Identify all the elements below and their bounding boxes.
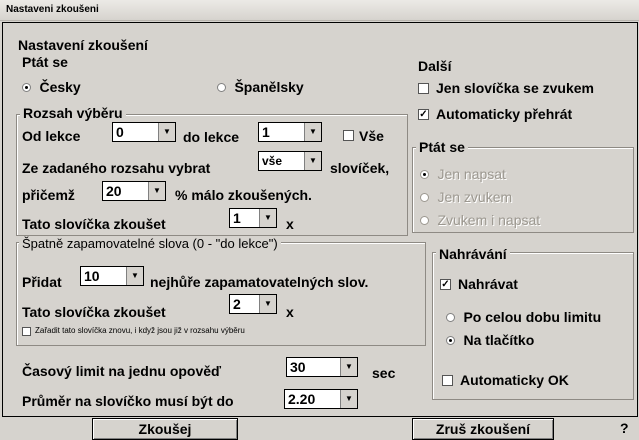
radio-jen-zvukem[interactable]: Jen zvukem — [420, 189, 512, 207]
limit-label: Časový limit na jednu opověď — [22, 363, 222, 379]
radio-jen-zvukem-indicator — [420, 193, 429, 203]
vse-checkbox-box — [343, 130, 354, 141]
nejhure-label: nejhůře zapamatovatelných slov. — [150, 274, 369, 290]
zvukem-label: Jen slovíčka se zvukem — [436, 80, 594, 96]
rozsah-x-label: x — [286, 216, 294, 232]
radio-po-celou-dobu[interactable]: Po celou dobu limitu — [446, 309, 601, 327]
nahravani-title: Nahrávání — [436, 246, 510, 262]
do-lekce-combo[interactable]: 1 ▼ — [258, 122, 322, 142]
limit-combo[interactable]: 30 ▼ — [286, 357, 358, 377]
pricemz-combo[interactable]: 20 ▼ — [102, 181, 166, 201]
prumer-label: Průměr na slovíčko musí být do — [22, 393, 234, 409]
radio-spanelsky-indicator — [217, 83, 226, 93]
dalsi-title: Další — [418, 58, 452, 74]
radio-jen-napsat[interactable]: Jen napsat — [420, 166, 506, 184]
auto-ok-label: Automaticky OK — [460, 372, 569, 388]
main-group-title: Nastavení zkoušení — [18, 37, 148, 53]
dropdown-arrow-icon[interactable]: ▼ — [148, 182, 165, 200]
rozsah-group-title: Rozsah výběru — [20, 105, 126, 121]
spatne-group-title: Špatně zapamovatelné slova (0 - "do lekc… — [19, 236, 281, 251]
zaradit-label: Zařadit tato slovíčka znovu, i když jsou… — [35, 326, 245, 335]
spatne-zkouset-combo[interactable]: 2 ▼ — [229, 294, 277, 314]
prumer-combo[interactable]: 2.20 ▼ — [284, 389, 358, 409]
vybrat-label: Ze zadaného rozsahu vybrat — [22, 160, 211, 176]
radio-jen-napsat-label: Jen napsat — [437, 166, 506, 182]
radio-jen-napsat-indicator — [420, 170, 429, 180]
dropdown-arrow-icon[interactable]: ▼ — [304, 152, 321, 170]
prehrat-label: Automaticky přehrát — [436, 106, 573, 122]
window-title: Nastaveni zkoušeni — [6, 4, 99, 15]
spatne-x-label: x — [286, 304, 294, 320]
radio-spanelsky-label: Španělsky — [234, 79, 304, 95]
radio-zvukem-napsat[interactable]: Zvukem i napsat — [420, 212, 540, 230]
vse-label: Vše — [359, 128, 384, 144]
radio-po-celou-dobu-label: Po celou dobu limitu — [463, 309, 602, 325]
zkousej-button[interactable]: Zkoušej — [92, 418, 238, 440]
malo-label: % málo zkoušených. — [175, 187, 312, 203]
radio-zvukem-napsat-indicator — [420, 216, 429, 226]
zaradit-checkbox-box — [22, 327, 31, 336]
prehrat-checkbox[interactable]: ✓ Automaticky přehrát — [418, 106, 632, 124]
radio-zvukem-napsat-label: Zvukem i napsat — [437, 212, 541, 228]
title-bar: Nastaveni zkoušeni — [0, 0, 639, 21]
limit-unit: sec — [372, 365, 396, 381]
spatne-zkouset-label: Tato slovíčka zkoušet — [22, 304, 166, 320]
zvukem-checkbox-box — [418, 83, 429, 94]
dropdown-arrow-icon[interactable]: ▼ — [340, 390, 357, 408]
checkmark-icon: ✓ — [418, 109, 429, 120]
od-lekce-label: Od lekce — [22, 128, 81, 144]
radio-na-tlacitko[interactable]: Na tlačítko — [446, 332, 534, 350]
dropdown-arrow-icon[interactable]: ▼ — [259, 209, 276, 227]
radio-jen-zvukem-label: Jen zvukem — [437, 189, 513, 205]
dropdown-arrow-icon[interactable]: ▼ — [340, 358, 357, 376]
slovicek-label: slovíček, — [330, 160, 390, 176]
radio-na-tlacitko-indicator — [446, 336, 455, 346]
radio-na-tlacitko-label: Na tlačítko — [463, 332, 535, 348]
do-lekce-label: do lekce — [183, 129, 240, 145]
dropdown-arrow-icon[interactable]: ▼ — [126, 267, 143, 285]
radio-cesky-label: Česky — [39, 79, 81, 95]
dropdown-arrow-icon[interactable]: ▼ — [158, 123, 175, 141]
radio-po-celou-dobu-indicator — [446, 313, 455, 323]
dropdown-arrow-icon[interactable]: ▼ — [259, 295, 276, 313]
help-button[interactable]: ? — [620, 420, 629, 436]
radio-cesky[interactable]: Česky — [22, 79, 81, 97]
mode-group-title: Ptát se — [416, 139, 468, 155]
pridat-label: Přidat — [22, 274, 62, 290]
vybrat-combo[interactable]: vše ▼ — [258, 151, 322, 171]
radio-spanelsky[interactable]: Španělsky — [217, 79, 304, 97]
checkmark-icon: ✓ — [440, 279, 451, 290]
radio-cesky-indicator — [22, 83, 31, 93]
lang-group-title: Ptát se — [22, 54, 68, 70]
pricemz-label: přičemž — [22, 187, 75, 203]
nahravat-label: Nahrávat — [458, 276, 518, 292]
zrus-button[interactable]: Zruš zkoušení — [412, 418, 554, 440]
pridat-combo[interactable]: 10 ▼ — [80, 266, 144, 286]
dropdown-arrow-icon[interactable]: ▼ — [304, 123, 321, 141]
auto-ok-checkbox-box — [442, 375, 453, 386]
zvukem-checkbox[interactable]: Jen slovíčka se zvukem — [418, 80, 632, 98]
rozsah-zkouset-combo[interactable]: 1 ▼ — [229, 208, 277, 228]
rozsah-zkouset-label: Tato slovíčka zkoušet — [22, 216, 166, 232]
od-lekce-combo[interactable]: 0 ▼ — [112, 122, 176, 142]
